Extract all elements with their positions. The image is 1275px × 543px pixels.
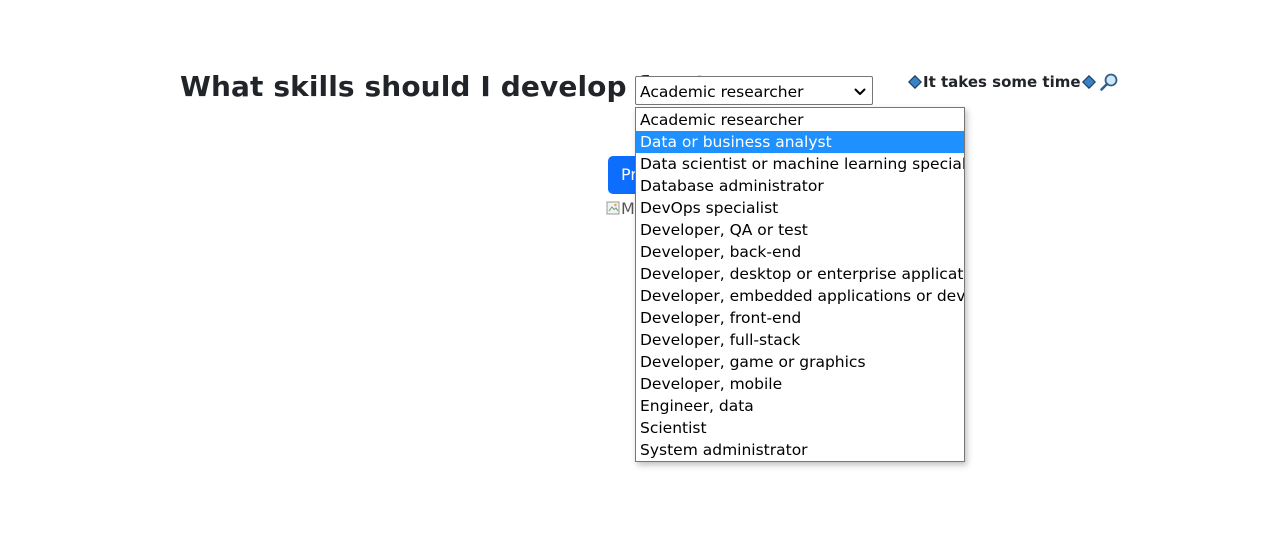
dropdown-option[interactable]: Data scientist or machine learning speci… [636, 153, 964, 175]
dropdown-option[interactable]: Scientist [636, 417, 964, 439]
dropdown-option[interactable]: Developer, embedded applications or devi… [636, 285, 964, 307]
dropdown-option[interactable]: Engineer, data [636, 395, 964, 417]
dropdown-option[interactable]: DevOps specialist [636, 197, 964, 219]
magnifier-icon [1099, 73, 1117, 91]
loading-note: It takes some time [907, 71, 1119, 93]
blue-diamond-icon [908, 75, 922, 89]
role-select[interactable]: Academic researcher [635, 76, 873, 105]
dropdown-option[interactable]: Developer, game or graphics [636, 351, 964, 373]
broken-image-icon [606, 201, 620, 215]
dropdown-option[interactable]: Database administrator [636, 175, 964, 197]
dropdown-option[interactable]: Data or business analyst [636, 131, 964, 153]
dropdown-option[interactable]: System administrator [636, 439, 964, 461]
dropdown-option[interactable]: Developer, front-end [636, 307, 964, 329]
loading-note-text: It takes some time [923, 73, 1081, 91]
dropdown-option[interactable]: Academic researcher [636, 109, 964, 131]
dropdown-option[interactable]: Developer, back-end [636, 241, 964, 263]
dropdown-option[interactable]: Developer, desktop or enterprise applica… [636, 263, 964, 285]
page-title: What skills should I develop for ? [180, 70, 709, 103]
dropdown-option[interactable]: Developer, QA or test [636, 219, 964, 241]
page: What skills should I develop for ? Acade… [0, 0, 1275, 543]
chevron-down-icon [854, 88, 866, 95]
blue-diamond-icon [1081, 75, 1096, 89]
dropdown-option[interactable]: Developer, full-stack [636, 329, 964, 351]
broken-image-alt: M [621, 198, 635, 218]
role-select-value: Academic researcher [640, 83, 804, 101]
role-dropdown-list[interactable]: Academic researcher Data or business anal… [635, 107, 965, 462]
dropdown-option[interactable]: Developer, mobile [636, 373, 964, 395]
